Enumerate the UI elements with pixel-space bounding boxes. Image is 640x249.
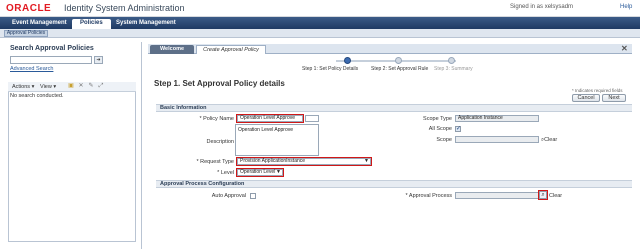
- approval-process-clear-link[interactable]: Clear: [549, 193, 562, 199]
- description-field[interactable]: Operation Level Approve: [235, 124, 319, 156]
- step-title: Step 1. Set Approval Policy details: [154, 79, 285, 88]
- empty-message: No search conducted.: [10, 93, 64, 99]
- sub-nav-bar: [0, 29, 640, 38]
- scope-clear-label: Clear: [544, 137, 558, 143]
- advanced-search-link[interactable]: Advanced Search: [10, 66, 53, 72]
- train-step-1-dot[interactable]: [344, 57, 351, 64]
- scope-type-field: Application Instance: [455, 115, 539, 122]
- request-type-value: Provision ApplicationInstance: [240, 158, 306, 164]
- tab-policies[interactable]: Policies: [72, 19, 111, 29]
- tab-welcome[interactable]: Welcome: [150, 45, 194, 54]
- policy-name-field[interactable]: Operation Level Approve: [236, 114, 304, 123]
- actions-menu-label: Actions: [12, 84, 31, 90]
- tab-system-management[interactable]: System Management: [108, 19, 184, 29]
- search-results-list: [8, 82, 136, 242]
- search-icon[interactable]: ⌕: [538, 190, 548, 200]
- scope-label: Scope: [436, 137, 452, 143]
- request-type-select[interactable]: Provision ApplicationInstance ▼: [236, 157, 372, 166]
- dropdown-arrow-icon: ▼: [364, 158, 369, 164]
- view-menu[interactable]: View ▾: [40, 84, 56, 90]
- policy-name-label: * Policy Name: [199, 116, 234, 122]
- policy-name-extra-field[interactable]: [305, 115, 319, 122]
- tab-event-management[interactable]: Event Management: [4, 19, 75, 29]
- cancel-button[interactable]: Cancel: [572, 94, 600, 102]
- delete-icon[interactable]: ✕: [78, 83, 84, 89]
- level-select[interactable]: Operation Level ▼: [236, 168, 284, 177]
- search-input[interactable]: [10, 56, 92, 64]
- level-label: * Level: [217, 170, 234, 176]
- train-step-3-dot: [448, 57, 455, 64]
- auto-approval-label: Auto Approval: [211, 193, 246, 199]
- help-link[interactable]: Help: [620, 4, 632, 10]
- scope-type-label: Scope Type: [423, 116, 452, 122]
- app-title: Identity System Administration: [64, 3, 185, 13]
- signed-in-text: Signed in as xelsysadm: [510, 4, 574, 10]
- required-fields-note: * Indicates required fields: [572, 88, 623, 93]
- actions-menu[interactable]: Actions ▾: [12, 84, 34, 90]
- train-step-2-label[interactable]: Step 2: Set Approval Rule: [371, 66, 428, 72]
- request-type-label: * Request Type: [196, 159, 234, 165]
- train-step-2-dot[interactable]: [395, 57, 402, 64]
- search-panel-title: Search Approval Policies: [10, 45, 94, 52]
- tab-create-approval-policy[interactable]: Create Approval Policy: [196, 45, 266, 54]
- edit-icon[interactable]: ✎: [88, 83, 94, 89]
- view-menu-label: View: [40, 84, 52, 90]
- basic-info-header-label: Basic Information: [160, 105, 207, 111]
- approval-config-header-label: Approval Process Configuration: [160, 181, 245, 187]
- description-label: Description: [206, 139, 234, 145]
- scope-clear-link[interactable]: ⌕Clear: [541, 137, 557, 144]
- approval-process-field[interactable]: [455, 192, 539, 199]
- oracle-logo: ORACLE: [6, 3, 52, 14]
- approval-config-header: Approval Process Configuration: [156, 180, 632, 188]
- level-value: Operation Level: [240, 169, 276, 175]
- approval-process-label: * Approval Process: [405, 193, 452, 199]
- create-icon[interactable]: ▣: [68, 83, 74, 89]
- detach-icon[interactable]: ⤢: [98, 83, 104, 89]
- scope-field[interactable]: [455, 136, 539, 143]
- auto-approval-checkbox[interactable]: [250, 193, 256, 199]
- close-icon[interactable]: ✕: [621, 44, 628, 53]
- arrow-right-icon[interactable]: ➜: [94, 56, 103, 64]
- all-scope-checkbox[interactable]: [455, 125, 461, 132]
- basic-info-header: Basic Information: [156, 104, 632, 112]
- train-step-1-label[interactable]: Step 1: Set Policy Details: [302, 66, 358, 72]
- approval-policies-button[interactable]: Approval Policies: [4, 30, 48, 37]
- train-step-3-label: Step 3: Summary: [434, 66, 473, 72]
- next-button[interactable]: Next: [602, 94, 626, 102]
- dropdown-arrow-icon: ▼: [276, 169, 281, 175]
- all-scope-label: All Scope: [428, 126, 452, 132]
